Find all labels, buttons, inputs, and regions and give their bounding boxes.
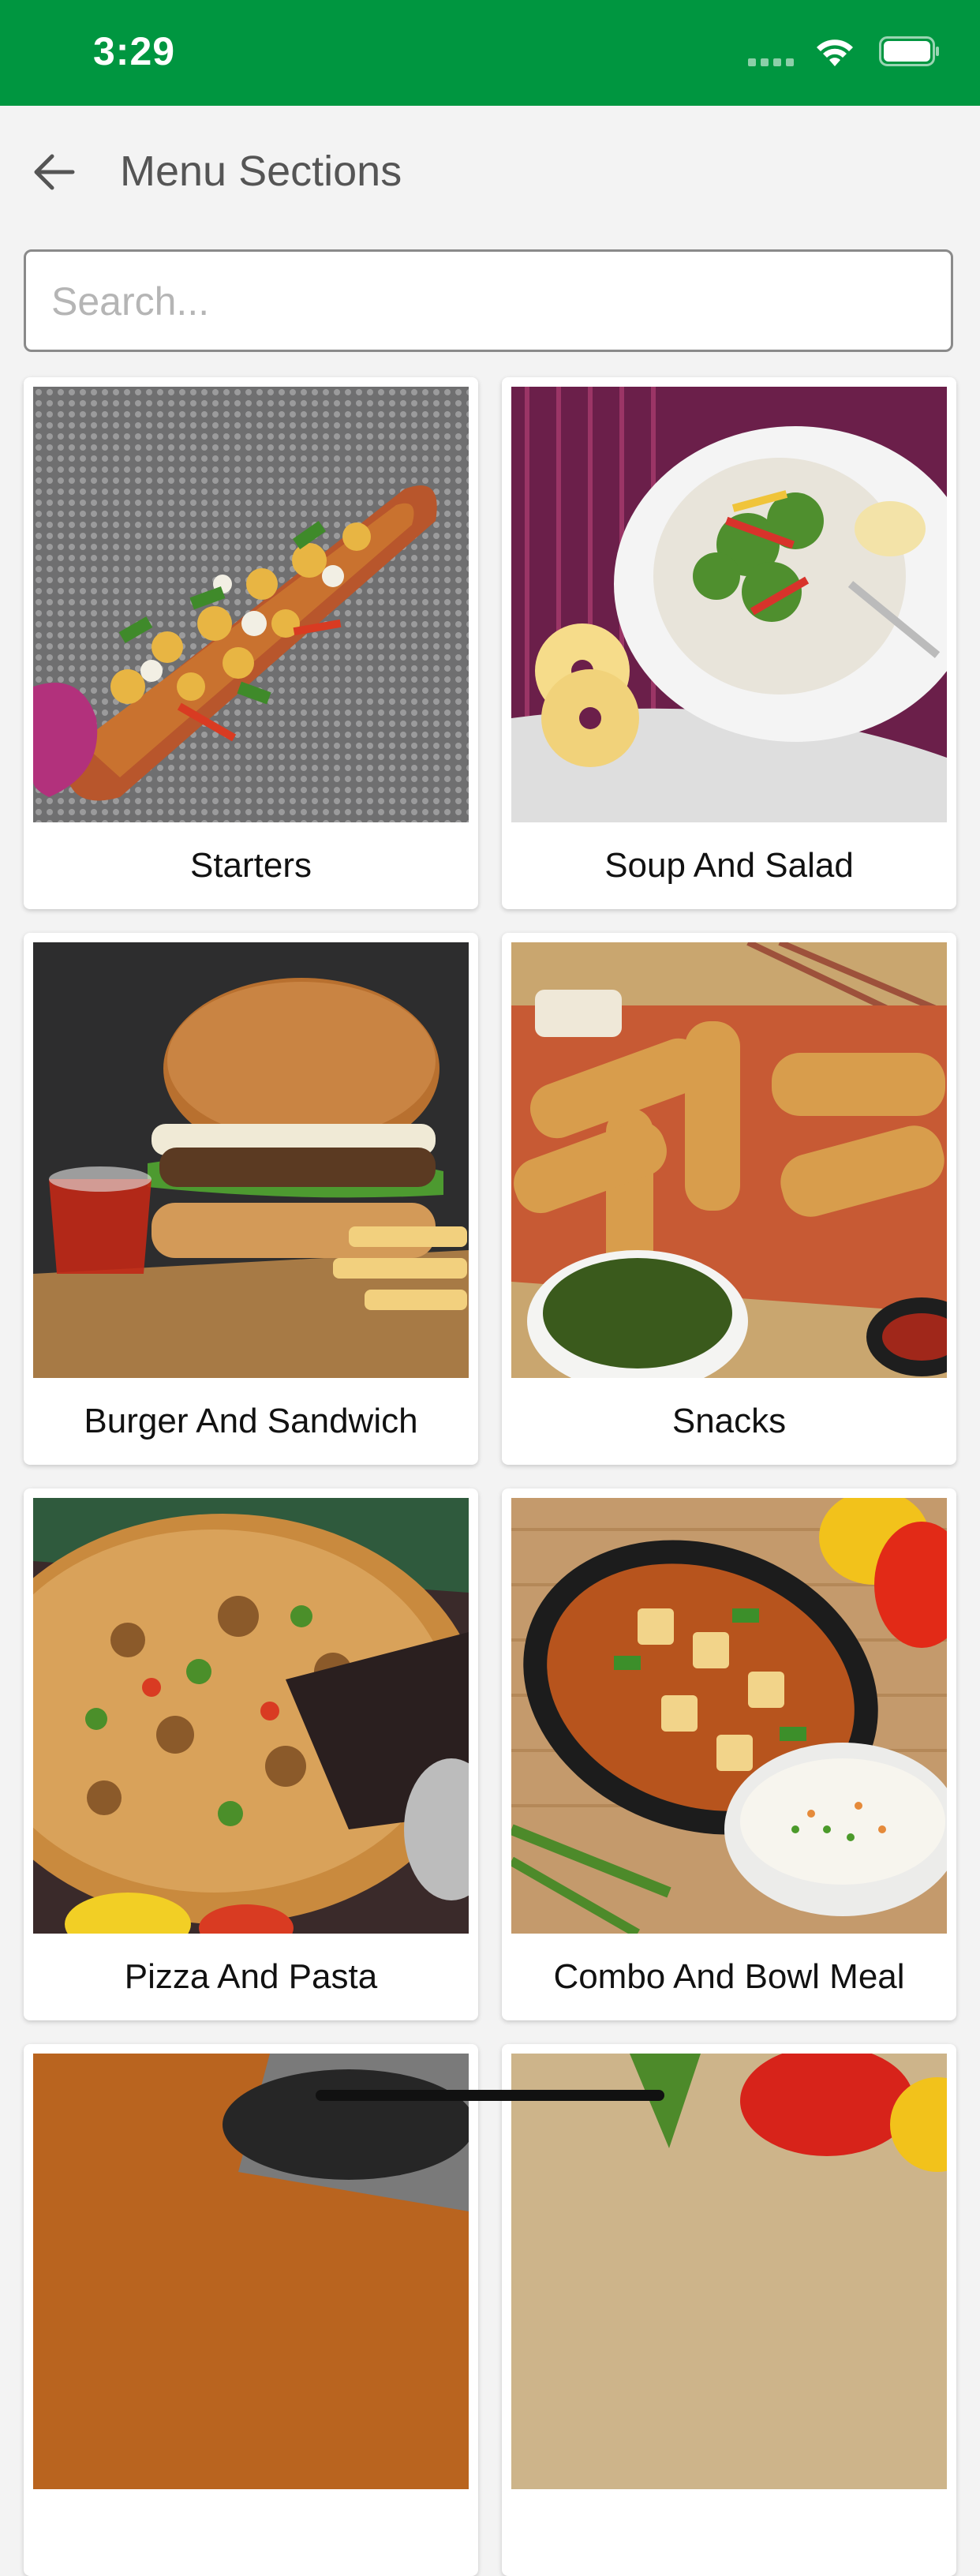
section-image-combo-and-bowl-meal	[511, 1498, 947, 1934]
section-card-burger-and-sandwich[interactable]: Burger And Sandwich	[24, 933, 478, 1465]
section-card-combo-and-bowl-meal[interactable]: Combo And Bowl Meal	[502, 1488, 956, 2020]
search-box[interactable]	[24, 249, 953, 352]
section-label: Starters	[189, 846, 312, 885]
section-card-soup-and-salad[interactable]: Soup And Salad	[502, 377, 956, 909]
section-image	[33, 2054, 469, 2489]
app-header: Menu Sections	[0, 106, 980, 237]
section-label: Soup And Salad	[604, 846, 854, 885]
status-icons	[735, 36, 941, 68]
search-input[interactable]	[50, 252, 921, 351]
wifi-icon	[817, 39, 853, 66]
section-image-burger-and-sandwich	[33, 942, 469, 1378]
section-card-pizza-and-pasta[interactable]: Pizza And Pasta	[24, 1488, 478, 2020]
section-card[interactable]	[24, 2044, 478, 2576]
section-label	[24, 2489, 478, 2576]
section-label: Snacks	[671, 1402, 787, 1440]
section-card[interactable]	[502, 2044, 956, 2576]
section-label	[502, 2489, 956, 2576]
section-image-snacks	[511, 942, 947, 1378]
section-image-starters	[33, 387, 469, 822]
section-card-starters[interactable]: Starters	[24, 377, 478, 909]
home-indicator[interactable]	[316, 2090, 664, 2101]
section-label: Pizza And Pasta	[124, 1957, 378, 1996]
section-image	[511, 2054, 947, 2489]
section-image-pizza-and-pasta	[33, 1498, 469, 1934]
arrow-left-icon[interactable]	[28, 147, 79, 197]
section-label: Combo And Bowl Meal	[553, 1957, 905, 1996]
page-title: Menu Sections	[120, 148, 402, 195]
section-image-soup-and-salad	[511, 387, 947, 822]
status-bar: 3:29	[0, 0, 980, 106]
status-time: 3:29	[93, 29, 176, 73]
section-card-snacks[interactable]: Snacks	[502, 933, 956, 1465]
section-label: Burger And Sandwich	[84, 1402, 418, 1440]
battery-icon	[879, 36, 939, 66]
signal-dots-icon	[748, 58, 794, 66]
